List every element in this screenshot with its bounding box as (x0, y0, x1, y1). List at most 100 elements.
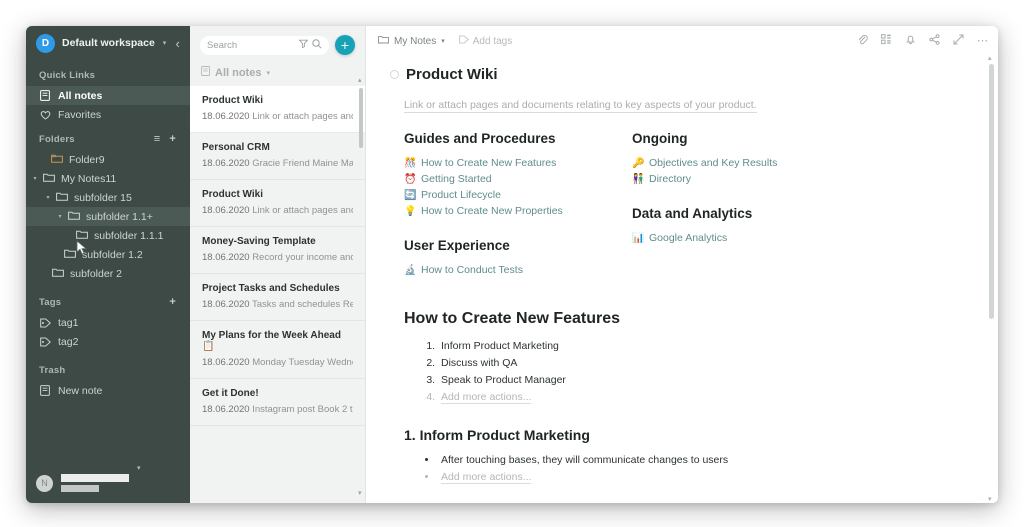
heading-inform-product-marketing: 1. Inform Product Marketing (404, 427, 962, 443)
attachment-icon[interactable] (857, 34, 868, 48)
quick-links-heading: Quick Links (26, 60, 190, 86)
bullet-label: After touching bases, they will communic… (441, 454, 728, 466)
folder-row-subfolder-1-2[interactable]: subfolder 1.2 (26, 245, 190, 264)
note-snippet: 18.06.2020 Link or attach pages and d... (202, 111, 353, 122)
filter-icon[interactable] (299, 39, 308, 51)
sidebar-item-tag2[interactable]: tag2 (26, 332, 190, 351)
collapse-sidebar-icon[interactable]: ‹ (173, 36, 182, 51)
folder-label: subfolder 1 (74, 192, 126, 204)
list-item[interactable]: Product Wiki 18.06.2020 Link or attach p… (190, 86, 365, 133)
sidebar-item-new-note[interactable]: New note (26, 381, 190, 400)
list-item[interactable]: My Plans for the Week Ahead 📋 18.06.2020… (190, 321, 365, 379)
tag-label: tag1 (58, 317, 78, 329)
folder-count: 9 (99, 154, 105, 166)
chevron-down-icon[interactable]: ▾ (441, 37, 445, 45)
workspace-switcher[interactable]: D Default workspace ▾ ‹ (26, 26, 190, 60)
step-label: Inform Product Marketing (441, 340, 559, 352)
search-input[interactable]: Search (200, 36, 329, 55)
add-tag-icon[interactable]: + (169, 297, 176, 308)
note-snippet: 18.06.2020 Link or attach pages and d... (202, 205, 353, 216)
scrollbar-thumb[interactable] (989, 64, 994, 319)
sidebar-item-tag1[interactable]: tag1 (26, 313, 190, 332)
note-list-filter[interactable]: All notes ▾ (190, 62, 365, 86)
list-item[interactable]: Product Wiki 18.06.2020 Link or attach p… (190, 180, 365, 227)
note-snippet: 18.06.2020 Instagram post Book 2 tick... (202, 404, 353, 415)
doc-link[interactable]: 🎊 How to Create New Features (404, 157, 632, 169)
bell-icon[interactable] (905, 34, 916, 48)
doc-link[interactable]: 🔄 Product Lifecycle (404, 189, 632, 201)
user-name-redacted (61, 474, 129, 492)
lightbulb-icon: 💡 (404, 206, 416, 217)
folder-row-folder[interactable]: ▾ Folder 9 (26, 150, 190, 169)
list-item[interactable]: Personal CRM 18.06.2020 Gracie Friend Ma… (190, 133, 365, 180)
add-more-actions-item[interactable]: Add more actions... (438, 471, 962, 483)
scrollbar-thumb[interactable] (359, 88, 363, 148)
note-list-scrollbar[interactable]: ▴ ▾ (359, 82, 363, 491)
scroll-down-icon[interactable]: ▾ (358, 489, 362, 497)
user-account-row[interactable]: N ▾ (26, 463, 190, 503)
list-item[interactable]: Get it Done! 18.06.2020 Instagram post B… (190, 379, 365, 426)
ordered-list: Inform Product Marketing Discuss with QA… (438, 340, 962, 403)
alarm-clock-icon: ⏰ (404, 174, 416, 185)
list-item[interactable]: Discuss with QA (438, 357, 962, 369)
right-column: Ongoing 🔑 Objectives and Key Results 👫 D… (632, 131, 962, 280)
doc-link[interactable]: 🔬 How to Conduct Tests (404, 264, 632, 276)
chevron-down-icon[interactable]: ▾ (163, 39, 167, 47)
editor-panel: My Notes ▾ Add tags (366, 26, 998, 503)
doc-link[interactable]: ⏰ Getting Started (404, 173, 632, 185)
add-note-button[interactable]: + (335, 35, 355, 55)
sort-folders-icon[interactable]: ≡ (154, 134, 161, 145)
heart-icon (39, 110, 51, 120)
trash-label: Trash (39, 365, 65, 376)
workspace-name: Default workspace (62, 37, 155, 49)
chevron-down-icon[interactable]: ▾ (266, 69, 270, 77)
twisty-icon[interactable]: ▾ (44, 194, 52, 201)
add-folder-icon[interactable]: + (169, 134, 176, 145)
list-item[interactable]: Project Tasks and Schedules 18.06.2020 T… (190, 274, 365, 321)
editor-scrollbar[interactable]: ▴ ▾ (989, 60, 994, 497)
status-circle-icon[interactable] (390, 70, 399, 79)
sidebar-item-all-notes[interactable]: All notes (26, 86, 190, 105)
list-item[interactable]: After touching bases, they will communic… (438, 454, 962, 466)
folder-row-subfolder-1-1[interactable]: ▾ subfolder 1.1 + (26, 207, 190, 226)
note-list-scroll: Product Wiki 18.06.2020 Link or attach p… (190, 86, 365, 503)
add-tags-button[interactable]: Add tags (459, 35, 512, 47)
list-item[interactable]: Speak to Product Manager (438, 374, 962, 386)
list-item[interactable]: Inform Product Marketing (438, 340, 962, 352)
expand-icon[interactable] (953, 34, 964, 48)
document-body[interactable]: Product Wiki Link or attach pages and do… (366, 56, 998, 503)
user-name-bar (61, 474, 129, 482)
scroll-up-icon[interactable]: ▴ (988, 54, 992, 62)
folder-row-subfolder-1-1-1[interactable]: subfolder 1.1.1 (26, 226, 190, 245)
tag-icon (459, 35, 469, 47)
doc-link[interactable]: 👫 Directory (632, 173, 962, 185)
folder-row-my-notes[interactable]: ▾ My Notes 11 (26, 169, 190, 188)
add-more-actions-item[interactable]: Add more actions... (438, 391, 962, 403)
folder-row-subfolder-1[interactable]: ▾ subfolder 1 5 (26, 188, 190, 207)
doc-link-label: Directory (649, 173, 691, 185)
note-date: 18.06.2020 (202, 158, 250, 169)
section-heading-ux: User Experience (404, 238, 632, 253)
doc-link[interactable]: 📊 Google Analytics (632, 232, 962, 244)
scroll-up-icon[interactable]: ▴ (358, 76, 362, 84)
search-icon[interactable] (312, 39, 322, 52)
folder-icon (68, 210, 80, 223)
scroll-down-icon[interactable]: ▾ (988, 495, 992, 503)
twisty-icon[interactable]: ▾ (56, 213, 64, 220)
note-icon (201, 66, 210, 79)
breadcrumb[interactable]: My Notes ▾ (378, 35, 445, 47)
folder-icon (43, 172, 55, 185)
sidebar-item-favorites[interactable]: Favorites (26, 105, 190, 124)
more-options-icon[interactable]: ⋯ (977, 36, 988, 47)
folder-row-subfolder-2[interactable]: subfolder 2 (26, 264, 190, 283)
doc-link[interactable]: 💡 How to Create New Properties (404, 205, 632, 217)
breadcrumb-label: My Notes (394, 36, 436, 47)
add-subfolder-icon[interactable]: + (147, 211, 153, 223)
twisty-icon[interactable]: ▾ (31, 175, 39, 182)
microscope-icon: 🔬 (404, 265, 416, 276)
share-icon[interactable] (929, 34, 940, 48)
doc-link[interactable]: 🔑 Objectives and Key Results (632, 157, 962, 169)
list-item[interactable]: Money-Saving Template 18.06.2020 Record … (190, 227, 365, 274)
apps-grid-icon[interactable] (881, 34, 892, 48)
chevron-down-icon[interactable]: ▾ (137, 464, 141, 472)
